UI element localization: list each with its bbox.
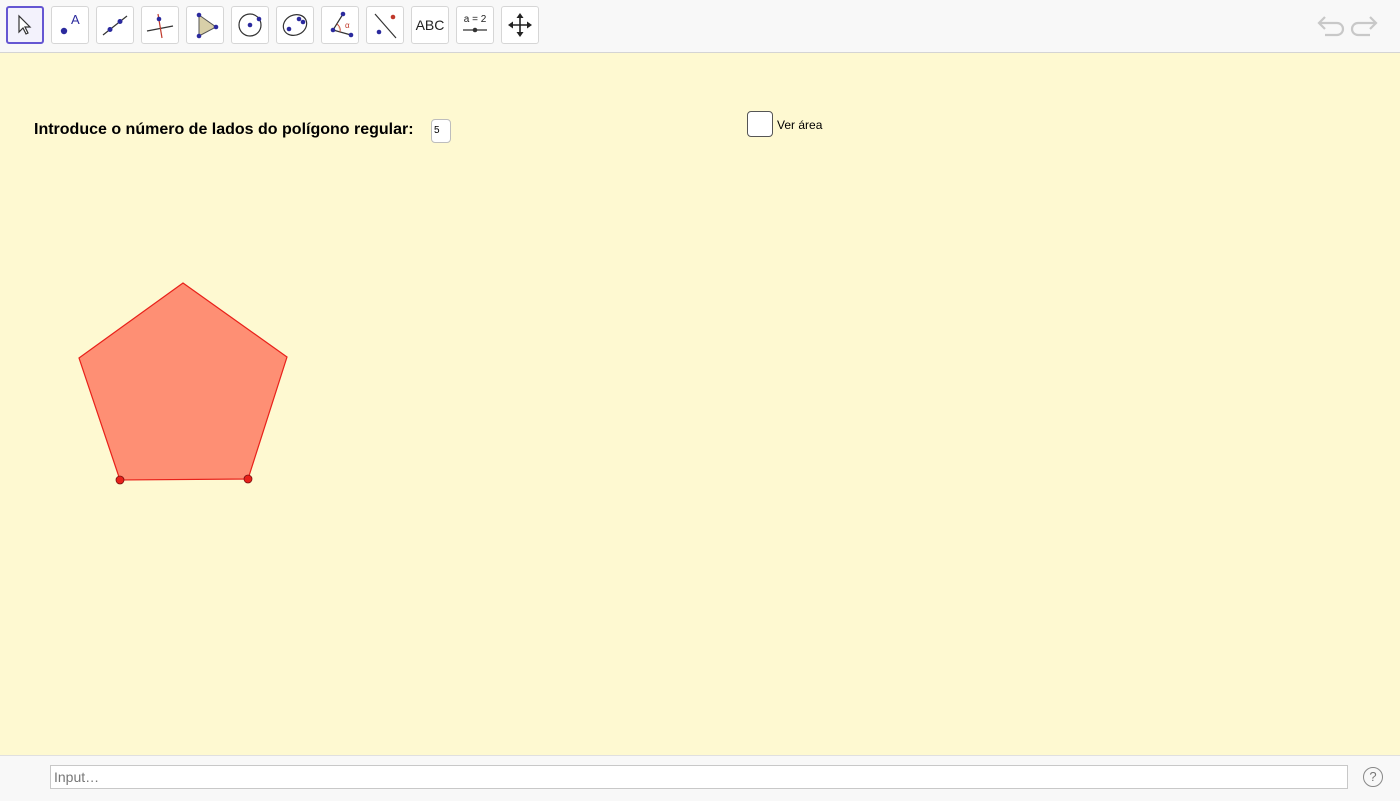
angle-icon: α — [330, 11, 354, 38]
slider-icon: a = 2 — [463, 14, 487, 33]
line-tool-button[interactable] — [96, 6, 134, 44]
sides-input[interactable]: 5 — [431, 119, 451, 143]
angle-tool-label: α — [345, 21, 350, 30]
help-icon[interactable]: ? — [1363, 767, 1383, 787]
reflect-icon — [374, 13, 397, 39]
point-tool-label: A — [71, 12, 80, 27]
polygon-icon — [196, 12, 219, 39]
text-tool-label: ABC — [415, 17, 445, 33]
undo-icon[interactable] — [1313, 10, 1345, 42]
slider-tool-label: a = 2 — [464, 14, 487, 25]
conic-tool-button[interactable] — [276, 6, 314, 44]
move-graphics-view-tool-button[interactable] — [501, 6, 539, 44]
point-icon: A — [60, 12, 80, 35]
angle-tool-button[interactable]: α — [321, 6, 359, 44]
slider-tool-button[interactable]: a = 2 — [456, 6, 494, 44]
redo-icon[interactable] — [1350, 10, 1382, 42]
perpendicular-icon — [146, 13, 174, 39]
move-view-icon — [508, 13, 532, 37]
graphics-view[interactable] — [0, 53, 1400, 755]
show-area-checkbox[interactable] — [747, 111, 773, 137]
arrow-cursor-icon — [18, 14, 32, 35]
text-tool-button[interactable]: ABC — [411, 6, 449, 44]
reflect-tool-button[interactable] — [366, 6, 404, 44]
toolbar: A α ABC a = 2 — [0, 0, 1400, 53]
circle-center-icon — [238, 13, 262, 37]
show-area-label: Ver área — [777, 118, 823, 132]
sides-prompt-label: Introduce o número de lados do polígono … — [34, 121, 414, 138]
move-tool-button[interactable] — [6, 6, 44, 44]
point-tool-button[interactable]: A — [51, 6, 89, 44]
circle-tool-button[interactable] — [231, 6, 269, 44]
ellipse-icon — [282, 14, 308, 36]
perpendicular-line-tool-button[interactable] — [141, 6, 179, 44]
algebra-input-field[interactable]: Input… — [50, 765, 1348, 789]
polygon-tool-button[interactable] — [186, 6, 224, 44]
line-icon — [102, 15, 128, 36]
